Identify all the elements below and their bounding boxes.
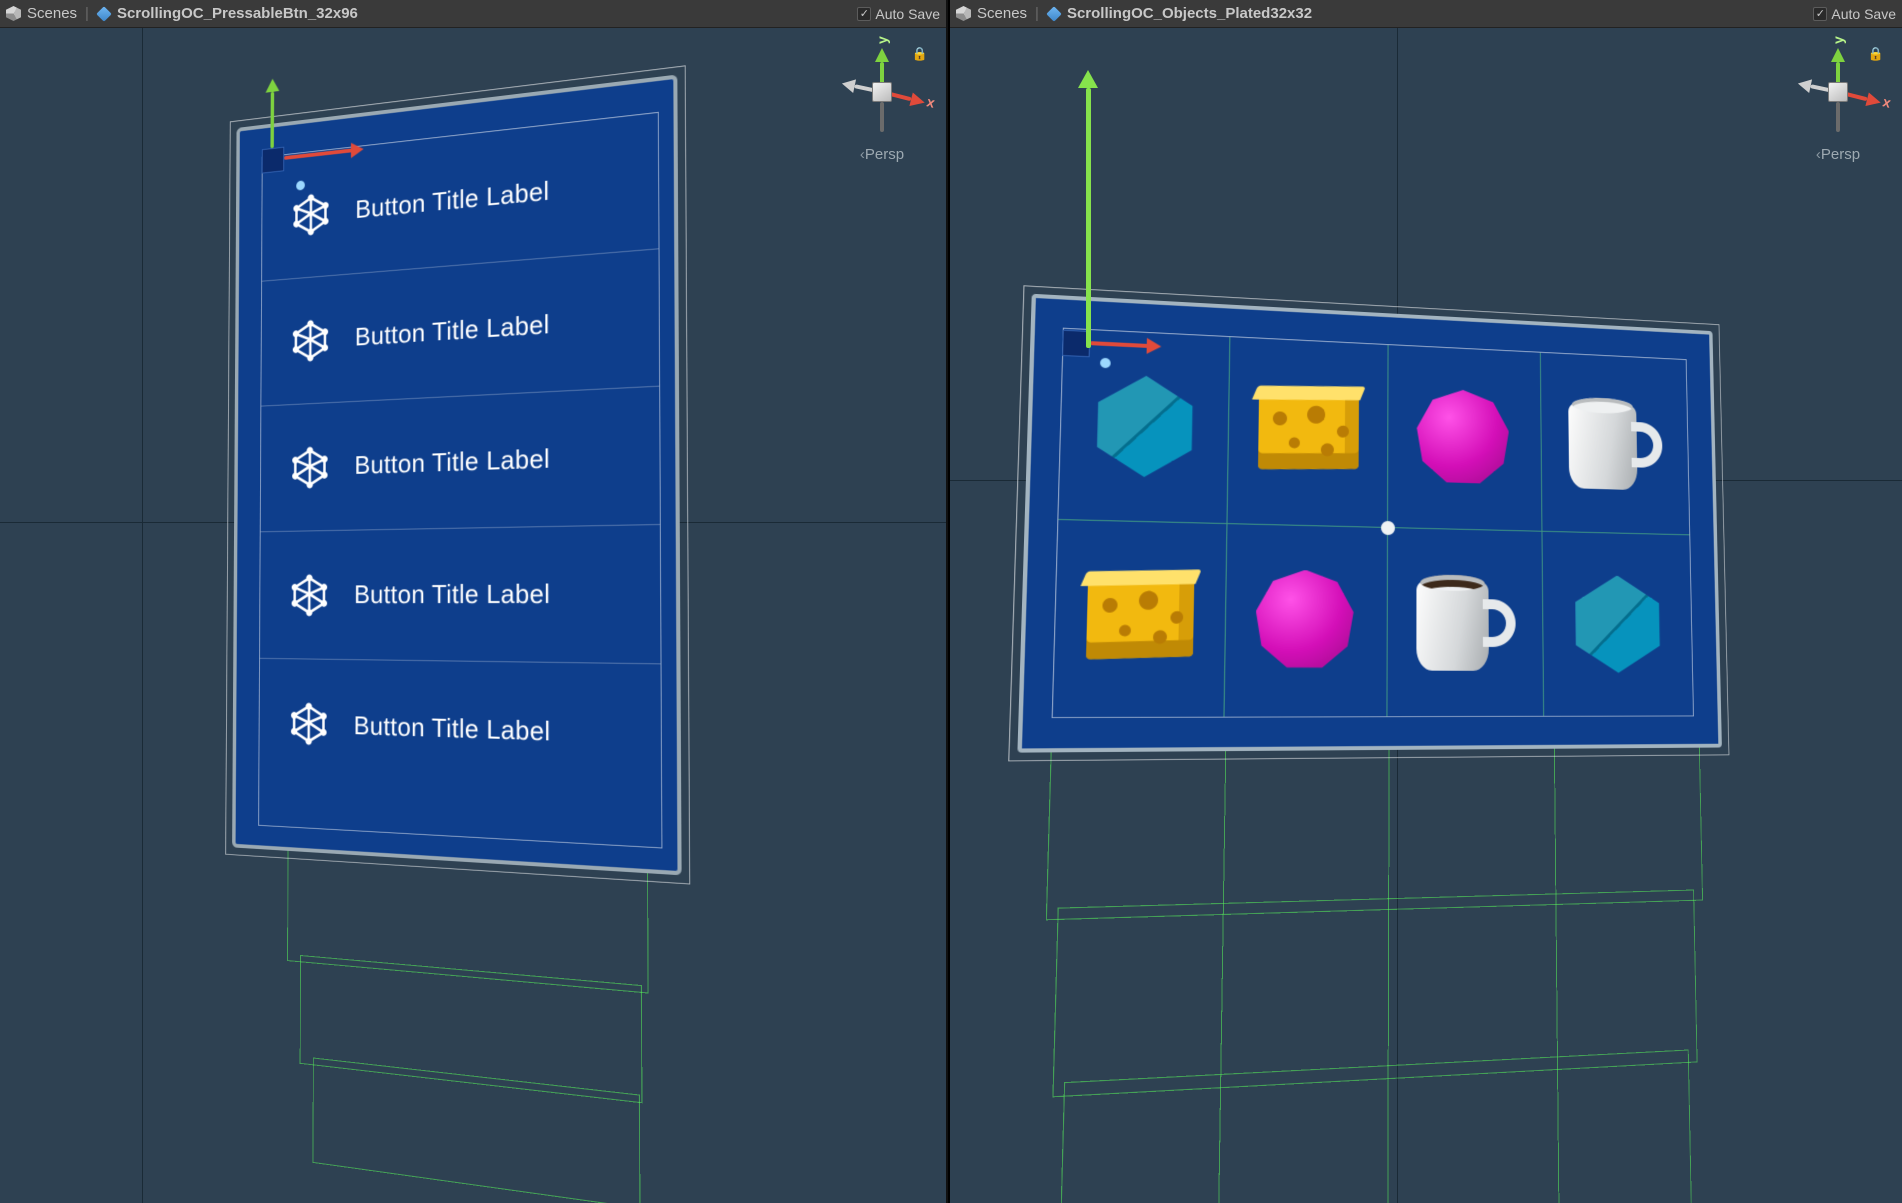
button-title-label: Button Title Label <box>355 175 549 224</box>
wireframe-box <box>313 1057 641 1203</box>
world-y-axis-arrow <box>1086 88 1091 348</box>
grid-cell[interactable] <box>1542 532 1693 716</box>
dodecahedron-object[interactable] <box>1255 569 1354 668</box>
transform-y-axis[interactable] <box>270 92 274 149</box>
scroll-content[interactable]: Button Title Label Button Title Label Butt… <box>258 112 662 849</box>
wireframe-box <box>1052 890 1697 1098</box>
breadcrumb-separator: | <box>1035 5 1039 22</box>
grid-cell[interactable] <box>1540 353 1689 536</box>
prefab-cube-icon <box>96 6 111 21</box>
wireframe-box <box>1046 726 1703 920</box>
world-grid-line <box>142 28 143 1203</box>
breadcrumb-asset[interactable]: ScrollingOC_PressableBtn_32x96 <box>97 5 358 22</box>
mug-object[interactable] <box>1417 572 1505 677</box>
grid-cell[interactable] <box>1387 528 1543 716</box>
breadcrumb-asset-label: ScrollingOC_PressableBtn_32x96 <box>117 5 358 22</box>
camera-projection-toggle[interactable]: Persp <box>1788 146 1888 163</box>
button-title-label: Button Title Label <box>354 578 550 610</box>
button-title-label: Button Title Label <box>354 443 549 481</box>
orientation-gizmo[interactable]: 🔒 y x Persp <box>832 42 932 172</box>
gizmo-center-cube[interactable] <box>1828 82 1848 102</box>
pressable-button[interactable]: Button Title Label <box>259 659 661 805</box>
orientation-gizmo-cube[interactable]: y x <box>832 42 932 142</box>
button-list: Button Title Label Button Title Label Butt… <box>259 113 661 805</box>
axis-neg-y <box>1836 102 1840 132</box>
breadcrumb-separator: | <box>85 5 89 22</box>
dodecahedron-object[interactable] <box>1417 388 1509 484</box>
scene-breadcrumb-bar: Scenes | ScrollingOC_PressableBtn_32x96 … <box>0 0 946 28</box>
scene-viewport[interactable]: 🔒 y x Persp Button <box>0 28 946 1203</box>
gizmo-center-cube[interactable] <box>872 82 892 102</box>
mesh-icon <box>292 191 331 237</box>
wireframe-line <box>1387 726 1389 1203</box>
breadcrumb-root[interactable]: Scenes <box>956 5 1027 22</box>
wireframe-box <box>1059 1050 1692 1203</box>
wireframe-box <box>287 849 648 994</box>
scene-pane-right: Scenes | ScrollingOC_Objects_Plated32x32… <box>950 0 1902 1203</box>
autosave-checkbox-icon: ✓ <box>1813 7 1827 21</box>
button-title-label: Button Title Label <box>355 309 550 353</box>
grid-cell[interactable] <box>1053 520 1227 717</box>
transform-x-axis[interactable] <box>1090 341 1149 348</box>
axis-neg-y <box>880 102 884 132</box>
orientation-gizmo[interactable]: 🔒 y x Persp <box>1788 42 1888 172</box>
prefab-cube-icon <box>1046 6 1061 21</box>
grid-cell[interactable] <box>1224 524 1388 717</box>
pressable-button[interactable]: Button Title Label <box>261 387 660 533</box>
breadcrumb-root-label: Scenes <box>977 5 1027 22</box>
mesh-icon <box>291 318 330 363</box>
breadcrumb-asset-label: ScrollingOC_Objects_Plated32x32 <box>1067 5 1312 22</box>
unity-logo-icon <box>6 6 21 21</box>
button-title-label: Button Title Label <box>354 710 551 747</box>
mesh-icon <box>290 445 329 489</box>
scroll-panel[interactable]: Button Title Label Button Title Label Butt… <box>232 75 682 876</box>
breadcrumb-root-label: Scenes <box>27 5 77 22</box>
orientation-gizmo-cube[interactable]: y x <box>1788 42 1888 142</box>
scene-pane-left: Scenes | ScrollingOC_PressableBtn_32x96 … <box>0 0 948 1203</box>
wireframe-line <box>1554 726 1560 1203</box>
camera-projection-toggle[interactable]: Persp <box>832 146 932 163</box>
unity-logo-icon <box>956 6 971 21</box>
autosave-checkbox-icon: ✓ <box>857 7 871 21</box>
autosave-label: Auto Save <box>1831 6 1896 22</box>
pressable-button[interactable]: Button Title Label <box>260 525 661 664</box>
mug-object[interactable] <box>1568 395 1652 497</box>
scroll-panel[interactable] <box>1017 294 1722 753</box>
scene-breadcrumb-bar: Scenes | ScrollingOC_Objects_Plated32x32… <box>950 0 1902 28</box>
autosave-toggle[interactable]: ✓ Auto Save <box>1813 6 1896 22</box>
breadcrumb-root[interactable]: Scenes <box>6 5 77 22</box>
icosahedron-object[interactable] <box>1570 575 1664 673</box>
wireframe-box <box>300 955 643 1103</box>
mesh-icon <box>289 702 328 746</box>
wireframe-line <box>1218 726 1226 1203</box>
scroll-center-indicator <box>1381 521 1395 535</box>
autosave-label: Auto Save <box>875 6 940 22</box>
autosave-toggle[interactable]: ✓ Auto Save <box>857 6 940 22</box>
breadcrumb-asset[interactable]: ScrollingOC_Objects_Plated32x32 <box>1047 5 1312 22</box>
scene-viewport[interactable]: 🔒 y x Persp <box>950 28 1902 1203</box>
mesh-icon <box>290 573 329 616</box>
grid-cell[interactable] <box>1388 345 1542 532</box>
